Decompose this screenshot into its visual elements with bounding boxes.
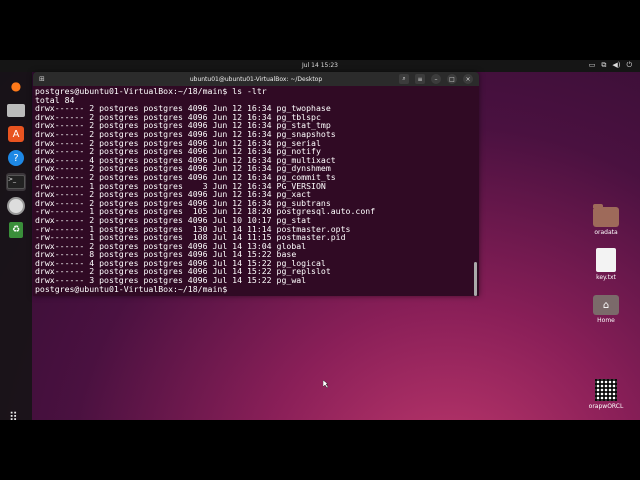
power-icon[interactable]: ⏻	[626, 61, 632, 70]
top-bar: Jul 14 15:23 ▭ ⧉ ◀) ⏻	[0, 60, 640, 72]
desktop-icon-label: Home	[597, 317, 615, 324]
dock: ● A ? >_ ♻ ⠿	[0, 72, 32, 420]
terminal-window[interactable]: ⊞ ubuntu01@ubuntu01-VirtualBox: ~/Deskto…	[33, 72, 479, 296]
clock[interactable]: Jul 14 15:23	[0, 62, 640, 69]
desktop-screen: Jul 14 15:23 ▭ ⧉ ◀) ⏻ ● A ? >_ ♻ ⠿ ⊞ ubu…	[0, 60, 640, 420]
minimize-icon[interactable]: –	[431, 74, 441, 84]
desktop-icon-key-txt[interactable]: key.txt	[584, 248, 628, 281]
terminal-icon[interactable]: >_	[6, 173, 26, 191]
mouse-cursor-icon	[323, 380, 328, 388]
files-icon[interactable]	[6, 101, 26, 119]
menu-icon[interactable]: ≡	[415, 74, 425, 84]
terminal-title: ubuntu01@ubuntu01-VirtualBox: ~/Desktop	[189, 75, 323, 83]
software-icon[interactable]: A	[6, 125, 26, 143]
file-icon	[595, 379, 617, 401]
desktop-icon-label: key.txt	[596, 274, 616, 281]
disc-icon[interactable]	[6, 197, 26, 215]
apps-grid-icon[interactable]: ⠿	[9, 410, 18, 420]
desktop-icon-label: orapwORCL	[588, 403, 624, 410]
terminal-output[interactable]: postgres@ubuntu01-VirtualBox:~/18/main$ …	[33, 86, 479, 293]
desktop-icon-orapworcl[interactable]: orapwORCL	[584, 379, 628, 410]
maximize-icon[interactable]: □	[447, 74, 457, 84]
folder-icon	[593, 204, 619, 227]
trash-icon[interactable]: ♻	[6, 221, 26, 239]
text-file-icon	[596, 248, 616, 272]
desktop-icon-label: oradata	[594, 229, 618, 236]
help-icon[interactable]: ?	[6, 149, 26, 167]
display-icon[interactable]: ▭	[589, 61, 596, 70]
home-icon: ⌂	[593, 295, 619, 315]
firefox-icon[interactable]: ●	[6, 77, 26, 95]
close-icon[interactable]: ×	[463, 74, 473, 84]
new-tab-icon[interactable]: ⊞	[39, 75, 49, 83]
terminal-titlebar[interactable]: ⊞ ubuntu01@ubuntu01-VirtualBox: ~/Deskto…	[33, 72, 479, 86]
desktop-icon-oradata[interactable]: oradata	[584, 204, 628, 236]
search-icon[interactable]: ⌕	[399, 74, 409, 84]
terminal-line: postgres@ubuntu01-VirtualBox:~/18/main$	[35, 283, 228, 294]
network-icon[interactable]: ⧉	[601, 61, 606, 70]
volume-icon[interactable]: ◀)	[612, 61, 620, 70]
system-tray[interactable]: ▭ ⧉ ◀) ⏻	[589, 61, 632, 70]
terminal-line: postgres@ubuntu01-VirtualBox:~/18/main$ …	[35, 86, 267, 96]
desktop-icon-home[interactable]: ⌂ Home	[584, 295, 628, 324]
terminal-scrollbar[interactable]	[474, 262, 477, 296]
